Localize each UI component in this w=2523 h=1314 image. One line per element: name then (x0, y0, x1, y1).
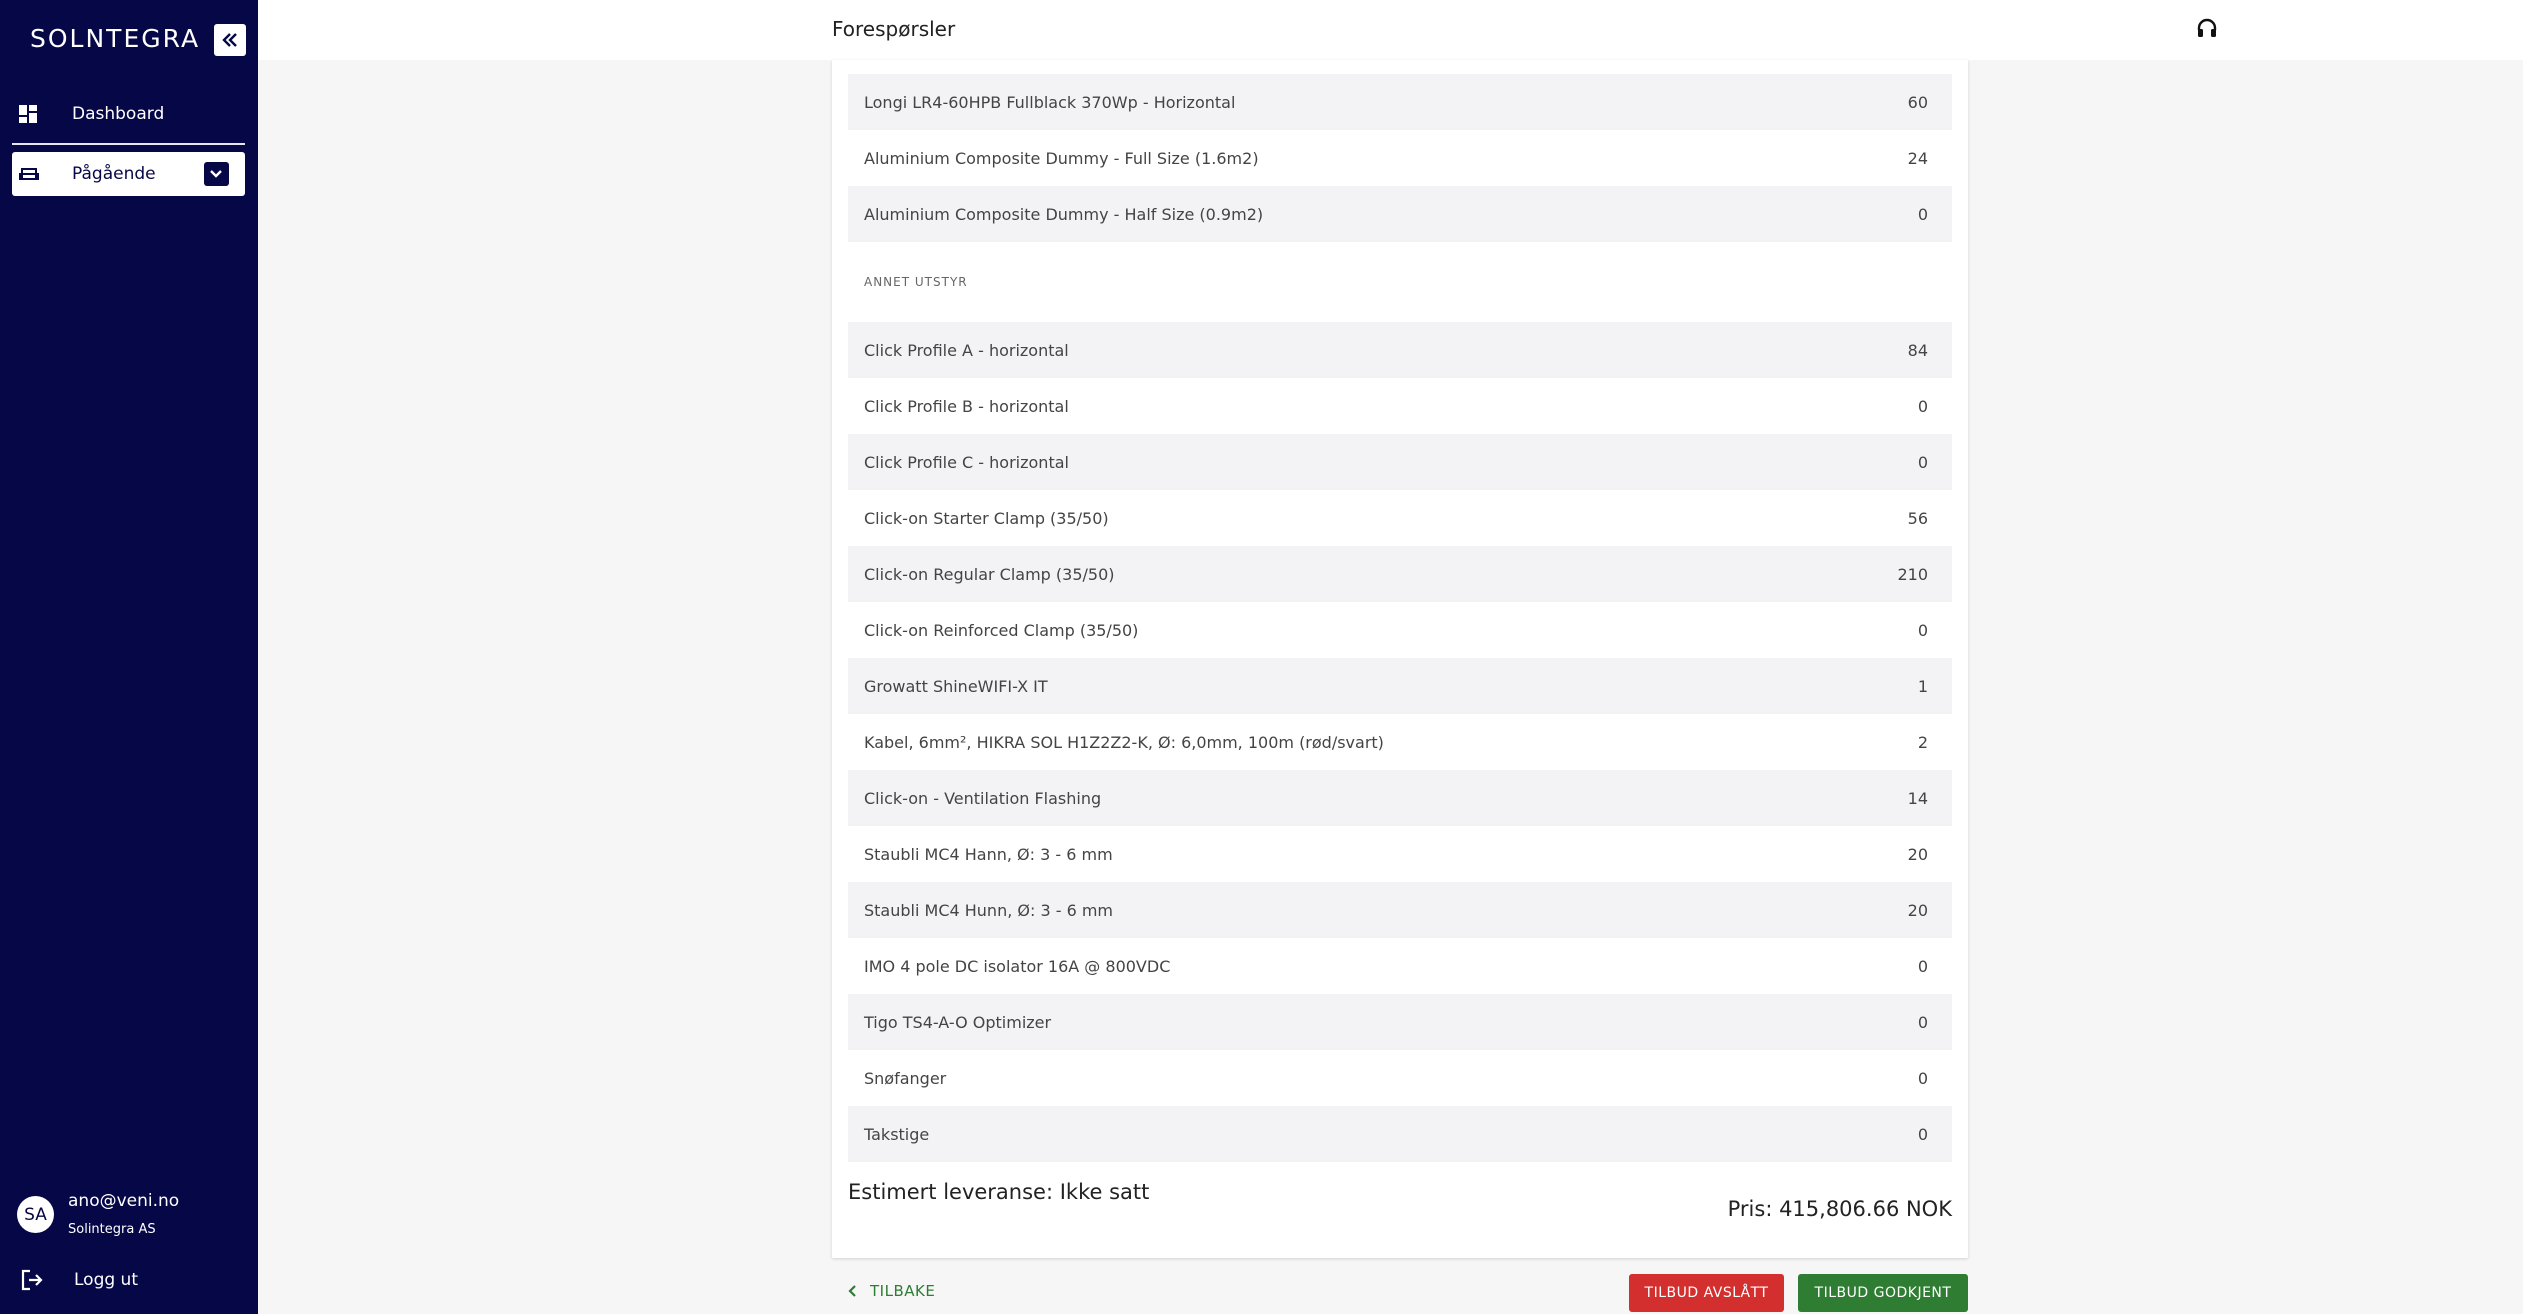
list-item: Snøfanger 0 (848, 1050, 1952, 1106)
item-name: Staubli MC4 Hunn, Ø: 3 - 6 mm (864, 900, 1114, 920)
collapse-icon (222, 33, 237, 47)
list-item: Staubli MC4 Hann, Ø: 3 - 6 mm 20 (848, 826, 1952, 882)
item-name: Click-on - Ventilation Flashing (864, 788, 1102, 808)
sidebar-divider (12, 143, 245, 145)
list-item: Tigo TS4-A-O Optimizer 0 (848, 994, 1952, 1050)
list-item: Click Profile B - horizontal 0 (848, 378, 1952, 434)
item-name: Aluminium Composite Dummy - Half Size (0… (864, 204, 1264, 224)
item-name: Click Profile A - horizontal (864, 340, 1069, 360)
support-button[interactable] (2196, 17, 2218, 43)
estimated-delivery: Estimert leveranse: Ikke satt (848, 1180, 1150, 1204)
dashboard-icon (12, 104, 42, 124)
item-quantity: 0 (1917, 452, 1928, 472)
item-name: Aluminium Composite Dummy - Full Size (1… (864, 148, 1259, 168)
item-quantity: 0 (1917, 1068, 1928, 1088)
item-quantity: 0 (1917, 204, 1928, 224)
item-quantity: 0 (1917, 1012, 1928, 1032)
chevron-left-icon (848, 1285, 856, 1297)
item-quantity: 0 (1917, 620, 1928, 640)
item-name: Longi LR4-60HPB Fullblack 370Wp - Horizo… (864, 92, 1236, 112)
top-bar (258, 0, 2523, 60)
item-name: Click-on Regular Clamp (35/50) (864, 564, 1115, 584)
item-name: Click-on Reinforced Clamp (35/50) (864, 620, 1139, 640)
item-name: IMO 4 pole DC isolator 16A @ 800VDC (864, 956, 1171, 976)
item-quantity: 2 (1917, 732, 1928, 752)
list-item: Longi LR4-60HPB Fullblack 370Wp - Horizo… (848, 74, 1952, 130)
item-quantity: 0 (1917, 1124, 1928, 1144)
logout-label: Logg ut (74, 1270, 138, 1290)
total-price: Pris: 415,806.66 NOK (1727, 1197, 1952, 1221)
item-quantity: 56 (1907, 508, 1928, 528)
item-name: Tigo TS4-A-O Optimizer (864, 1012, 1052, 1032)
approve-offer-button[interactable]: TILBUD GODKJENT (1798, 1274, 1968, 1312)
item-name: Takstige (864, 1124, 930, 1144)
headset-icon (2197, 18, 2217, 37)
item-quantity: 210 (1897, 564, 1928, 584)
request-card: Longi LR4-60HPB Fullblack 370Wp - Horizo… (832, 60, 1968, 1258)
list-item: Kabel, 6mm², HIKRA SOL H1Z2Z2-K, Ø: 6,0m… (848, 714, 1952, 770)
list-item: Takstige 0 (848, 1106, 1952, 1162)
avatar[interactable]: SA (17, 1196, 54, 1233)
equipment-list: Longi LR4-60HPB Fullblack 370Wp - Horizo… (848, 74, 1952, 1162)
list-item: Aluminium Composite Dummy - Half Size (0… (848, 186, 1952, 242)
item-quantity: 24 (1907, 148, 1928, 168)
back-label: TILBAKE (870, 1282, 936, 1300)
list-item: Click-on Regular Clamp (35/50) 210 (848, 546, 1952, 602)
item-quantity: 0 (1917, 956, 1928, 976)
list-item: Click Profile A - horizontal 84 (848, 322, 1952, 378)
item-name: Staubli MC4 Hann, Ø: 3 - 6 mm (864, 844, 1113, 864)
brand-logo: SOLNTEGRA (30, 24, 201, 53)
sidebar-item-label: Pågående (72, 164, 156, 184)
item-name: Snøfanger (864, 1068, 947, 1088)
item-quantity: 60 (1907, 92, 1928, 112)
sofa-icon (12, 165, 42, 183)
item-name: Click-on Starter Clamp (35/50) (864, 508, 1109, 528)
sidebar-item-ongoing[interactable]: Pågående (12, 152, 245, 196)
list-item: Click-on - Ventilation Flashing 14 (848, 770, 1952, 826)
list-item: Aluminium Composite Dummy - Full Size (1… (848, 130, 1952, 186)
list-item: Click Profile C - horizontal 0 (848, 434, 1952, 490)
item-name: Click Profile B - horizontal (864, 396, 1069, 416)
collapse-sidebar-button[interactable] (214, 24, 246, 56)
list-item: Click-on Starter Clamp (35/50) 56 (848, 490, 1952, 546)
item-quantity: 84 (1907, 340, 1928, 360)
item-quantity: 20 (1907, 900, 1928, 920)
sidebar-item-dashboard[interactable]: Dashboard (12, 92, 245, 136)
item-quantity: 14 (1907, 788, 1928, 808)
back-button[interactable]: TILBAKE (848, 1282, 935, 1300)
item-quantity: 0 (1917, 396, 1928, 416)
logout-icon (21, 1269, 43, 1291)
sidebar-item-label: Dashboard (72, 104, 165, 124)
chevron-down-icon (210, 170, 222, 178)
item-quantity: 1 (1917, 676, 1928, 696)
user-email: ano@veni.no (68, 1191, 180, 1211)
user-company: Solintegra AS (68, 1222, 156, 1237)
list-item: Staubli MC4 Hunn, Ø: 3 - 6 mm 20 (848, 882, 1952, 938)
item-name: Growatt ShineWIFI-X IT (864, 676, 1048, 696)
list-item: Growatt ShineWIFI-X IT 1 (848, 658, 1952, 714)
item-name: Click Profile C - horizontal (864, 452, 1069, 472)
logout-button[interactable]: Logg ut (20, 1268, 138, 1292)
item-name: Kabel, 6mm², HIKRA SOL H1Z2Z2-K, Ø: 6,0m… (864, 732, 1384, 752)
list-item: Click-on Reinforced Clamp (35/50) 0 (848, 602, 1952, 658)
list-item: IMO 4 pole DC isolator 16A @ 800VDC 0 (848, 938, 1952, 994)
page-title: Forespørsler (832, 17, 956, 41)
expand-toggle[interactable] (204, 162, 229, 186)
reject-offer-button[interactable]: TILBUD AVSLÅTT (1629, 1274, 1784, 1312)
sidebar: SOLNTEGRA Dashboard Pågående SA ano@veni… (0, 0, 258, 1314)
section-heading: ANNET UTSTYR (864, 275, 968, 289)
item-quantity: 20 (1907, 844, 1928, 864)
